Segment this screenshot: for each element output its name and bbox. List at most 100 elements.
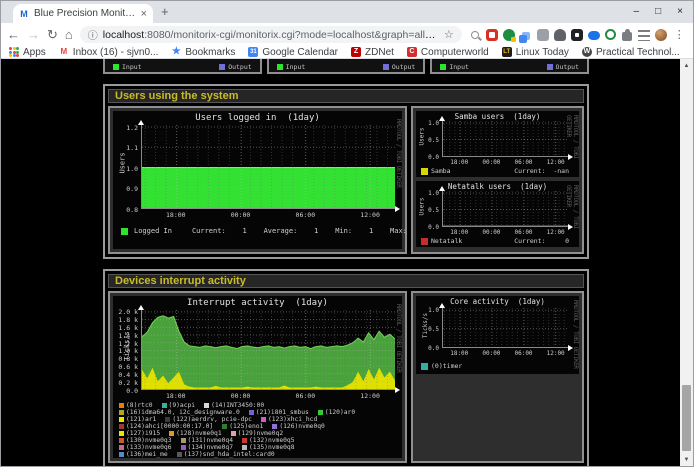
cutoff-graph-box[interactable]: InputOutput	[430, 59, 589, 74]
device-legend-item: (122)aerdrv, pcie-dpc	[165, 416, 252, 423]
bookmark-bookmarks[interactable]: ★ Bookmarks	[171, 47, 235, 58]
device-legend-item: (136)mei_me	[119, 451, 168, 458]
device-legend-item: (120)ar0	[318, 409, 355, 416]
bookmark-zdnet[interactable]: ZZDNet	[351, 47, 394, 58]
graph-title: Users logged in (1day)	[113, 113, 402, 123]
page-scrollbar[interactable]: ▲ ▼	[680, 59, 693, 466]
bookmark-google-calendar[interactable]: 31Google Calendar	[248, 47, 338, 58]
browser-tab[interactable]: M Blue Precision Monitorix ×	[13, 4, 153, 23]
greenring-extension-icon[interactable]	[605, 29, 616, 40]
plot-area	[141, 125, 395, 209]
apps-icon	[9, 47, 19, 57]
blacksq-extension-icon[interactable]	[571, 29, 583, 41]
legend-label: (0)timer	[431, 362, 462, 370]
back-button[interactable]: ←	[7, 28, 20, 41]
gmail-icon: M	[59, 47, 69, 57]
browser-window: M Blue Precision Monitorix × + – □ × ← →…	[0, 0, 694, 467]
device-legend-item: (123)xhci_hcd	[261, 416, 317, 423]
cw-icon: C	[407, 47, 417, 57]
x-axis-arrow-icon	[395, 206, 400, 212]
rrdtool-watermark: RRDTOOL / TOBI OETIKER	[395, 119, 402, 187]
avatar-extension-icon[interactable]	[655, 29, 667, 41]
scrollbar-track[interactable]	[680, 72, 693, 453]
window-close-button[interactable]: ×	[677, 7, 683, 17]
legend-stats: Current: 0	[514, 237, 569, 245]
address-bar[interactable]: ⓘ localhost:8080/monitorix-cgi/monitorix…	[80, 26, 462, 43]
scrollbar-thumb[interactable]	[682, 385, 691, 451]
x-axis-ticks: 18:0000:0006:0012:00	[442, 229, 568, 237]
window-minimize-button[interactable]: –	[634, 7, 640, 17]
graph-legend: (0)timer	[421, 362, 569, 370]
rrdtool-watermark: RRDTOOL / TOBI OETIKER	[565, 115, 579, 177]
zdnet-icon: Z	[351, 47, 361, 57]
device-legend-item: (8)rtc0	[119, 402, 153, 409]
blueoval-extension-icon[interactable]	[588, 31, 600, 40]
page-content: InputOutput InputOutput InputOutput Users …	[1, 59, 693, 466]
cutoff-graph-box[interactable]: InputOutput	[103, 59, 262, 74]
graysq-extension-icon[interactable]	[537, 29, 549, 41]
device-legend-item: (135)nvme0q8	[242, 444, 295, 451]
home-button[interactable]: ⌂	[65, 28, 73, 41]
mail-extension-icon[interactable]	[486, 29, 498, 41]
plot-area	[141, 310, 395, 390]
device-legend-item: (128)nvme0q1	[169, 430, 222, 437]
bookmark-star-icon[interactable]: ☆	[444, 28, 454, 41]
lt-icon: LT	[502, 47, 512, 57]
bookmark-linux-today[interactable]: LT Linux Today	[502, 47, 569, 58]
y-axis-ticks: 1.21.11.00.90.8	[113, 125, 138, 209]
bookmark-practical-technol-[interactable]: W Practical Technol...	[582, 47, 680, 58]
url-text[interactable]: localhost:8080/monitorix-cgi/monitorix.c…	[103, 29, 439, 41]
search-extension-icon[interactable]	[471, 31, 479, 39]
x-axis-arrow-icon	[395, 387, 400, 393]
graph-legend: Netatalk Current: 0	[421, 237, 569, 245]
mask-extension-icon[interactable]	[554, 29, 566, 41]
bookmark-apps[interactable]: Apps	[9, 47, 46, 58]
bookmark-label: Inbox (16) - sjvn0...	[73, 47, 159, 58]
legend-label: Samba	[431, 167, 451, 175]
greenbadge-extension-icon[interactable]	[503, 29, 515, 41]
tab-close-icon[interactable]: ×	[141, 9, 147, 19]
puzzle-extension-icon[interactable]	[622, 32, 632, 41]
bookmark-inbox-16-sjvn0-[interactable]: M Inbox (16) - sjvn0...	[59, 47, 159, 58]
scrollbar-up-icon[interactable]: ▲	[680, 59, 693, 72]
rrdtool-watermark: RRDTOOL / TOBI OETIKER	[395, 304, 402, 372]
scrollbar-down-icon[interactable]: ▼	[680, 453, 693, 466]
netatalk-users-graph[interactable]: Netatalk users (1day) Users 1.00.50.0 18…	[416, 181, 579, 247]
bookmark-label: Bookmarks	[185, 47, 235, 58]
device-legend-item: (16)idma64.0, i2c_designware.0	[119, 409, 240, 416]
window-maximize-button[interactable]: □	[655, 7, 661, 17]
forward-button[interactable]: →	[27, 28, 40, 41]
bookmark-computerworld[interactable]: CComputerworld	[407, 47, 489, 58]
device-legend-item: (126)nvme0q0	[272, 423, 325, 430]
users-right-panel: Samba users (1day) Users 1.00.50.0 18:00…	[411, 106, 584, 254]
section-devices: Devices interrupt activity Interrupt act…	[103, 269, 589, 466]
site-info-icon[interactable]: ⓘ	[88, 27, 98, 42]
bookmark-label: Practical Technol...	[596, 47, 680, 58]
graph-title: Interrupt activity (1day)	[113, 298, 402, 308]
star-icon: ★	[171, 47, 181, 57]
bookmark-label: Linux Today	[516, 47, 569, 58]
y-axis-ticks: 1.00.50.0	[416, 308, 439, 348]
legend-swatch	[421, 363, 428, 370]
browser-menu-icon[interactable]: ⋮	[674, 29, 685, 41]
interrupt-activity-graph[interactable]: Interrupt activity (1day) Ticks/s 2.0 k1…	[113, 296, 402, 458]
reload-button[interactable]: ↻	[47, 28, 58, 41]
legend-swatch	[421, 238, 428, 245]
pages-extension-icon[interactable]	[522, 32, 530, 40]
section-devices-title: Devices interrupt activity	[108, 274, 584, 288]
bookmark-items: Apps M Inbox (16) - sjvn0... ★ Bookmarks 31Go…	[9, 47, 680, 58]
device-legend-item: (131)nvme0q4	[181, 437, 234, 444]
wp-icon: W	[582, 47, 592, 57]
bookmark-label: Google Calendar	[262, 47, 338, 58]
core-activity-graph[interactable]: Core activity (1day) Ticks/s 1.00.50.0 1…	[416, 296, 579, 374]
url-host: localhost	[103, 29, 144, 41]
cutoff-graph-box[interactable]: InputOutput	[267, 59, 426, 74]
list-extension-icon[interactable]	[638, 30, 650, 41]
users-logged-in-graph[interactable]: Users logged in (1day) Users 1.21.11.00.…	[113, 111, 402, 249]
device-legend-item: (14)INT3450:00	[204, 402, 264, 409]
device-legend-item: (132)nvme0q5	[242, 437, 295, 444]
samba-users-graph[interactable]: Samba users (1day) Users 1.00.50.0 18:00…	[416, 111, 579, 177]
new-tab-button[interactable]: +	[161, 5, 169, 19]
legend-stats: Current: -nan	[514, 167, 569, 175]
graph-legend: Samba Current: -nan	[421, 167, 569, 175]
